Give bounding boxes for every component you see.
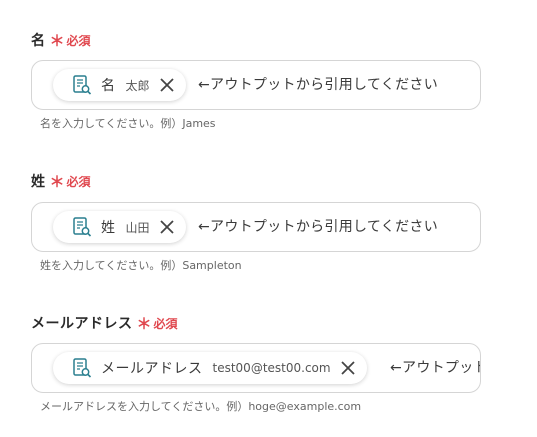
chip-value: 太郎 <box>125 78 150 93</box>
required-asterisk: ＊ <box>49 31 65 50</box>
last-name-input[interactable]: 姓 山田 ←アウトプットから引用してください <box>31 202 481 252</box>
required-badge: 必須 <box>66 174 91 189</box>
inline-hint: ←アウトプットから引用してください <box>390 360 480 376</box>
required-badge: 必須 <box>66 33 91 48</box>
variable-chip[interactable]: 名 太郎 <box>53 69 186 101</box>
document-search-icon <box>73 358 92 378</box>
help-text: 姓を入力してください。例）Sampleton <box>40 259 242 272</box>
chip-value: test00@test00.com <box>212 361 331 375</box>
field-label: メールアドレス <box>31 316 133 332</box>
chip-value: 山田 <box>125 220 150 235</box>
chip-label: 名 <box>101 78 116 94</box>
document-search-icon <box>73 217 92 237</box>
chip-label: メールアドレス <box>101 361 203 377</box>
form: 名 ＊ 必須 名 太郎 ←アウトプットから引用してください 名を入力してください… <box>0 0 537 437</box>
first-name-input[interactable]: 名 太郎 ←アウトプットから引用してください <box>31 60 481 110</box>
variable-chip[interactable]: 姓 山田 <box>53 211 186 243</box>
field-label-row: 名 ＊ 必須 <box>31 30 91 50</box>
close-icon[interactable] <box>158 76 176 94</box>
close-icon[interactable] <box>158 218 176 236</box>
variable-chip[interactable]: メールアドレス test00@test00.com <box>53 352 367 384</box>
document-search-icon <box>73 75 92 95</box>
close-icon[interactable] <box>339 359 357 377</box>
chip-label: 姓 <box>101 220 116 236</box>
field-label-row: メールアドレス ＊ 必須 <box>31 313 178 333</box>
required-asterisk: ＊ <box>136 314 152 333</box>
help-text: メールアドレスを入力してください。例）hoge@example.com <box>40 400 362 413</box>
required-asterisk: ＊ <box>49 172 65 191</box>
inline-hint: ←アウトプットから引用してください <box>198 219 438 235</box>
field-label: 名 <box>31 33 46 49</box>
field-label: 姓 <box>31 174 46 190</box>
email-input[interactable]: メールアドレス test00@test00.com ←アウトプットから引用してく… <box>31 343 481 393</box>
required-badge: 必須 <box>153 316 178 331</box>
field-label-row: 姓 ＊ 必須 <box>31 171 91 191</box>
inline-hint: ←アウトプットから引用してください <box>198 77 438 93</box>
help-text: 名を入力してください。例）James <box>40 117 216 130</box>
